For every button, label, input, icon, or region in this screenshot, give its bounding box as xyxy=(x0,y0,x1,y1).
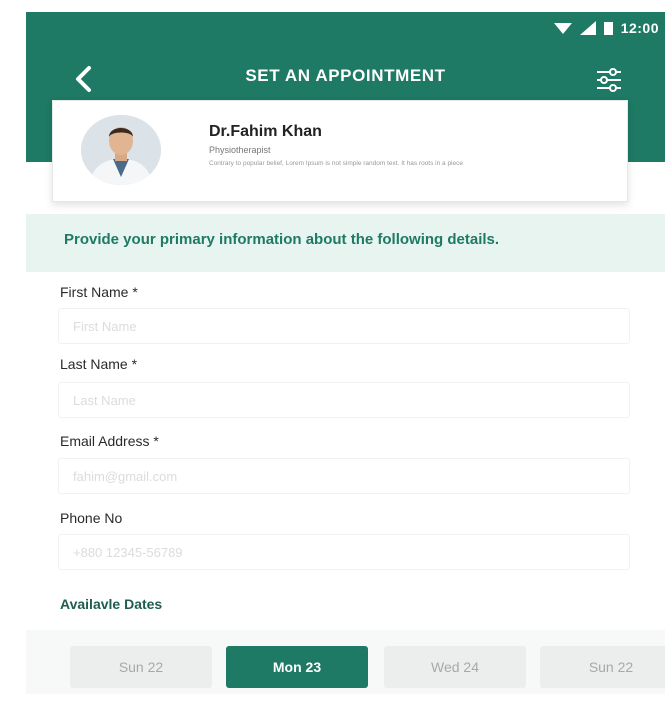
status-time: 12:00 xyxy=(620,20,659,36)
date-chip[interactable]: Wed 24 xyxy=(384,646,526,688)
last-name-input[interactable] xyxy=(58,382,630,418)
first-name-label: First Name * xyxy=(60,284,138,300)
phone-input[interactable] xyxy=(58,534,630,570)
info-banner: Provide your primary information about t… xyxy=(26,214,665,272)
wifi-icon xyxy=(553,23,572,34)
doctor-role: Physiotherapist xyxy=(209,145,271,155)
doctor-description: Contrary to popular belief, Lorem Ipsum … xyxy=(209,160,463,167)
email-label: Email Address * xyxy=(60,433,159,449)
signal-icon xyxy=(579,21,596,35)
last-name-label: Last Name * xyxy=(60,356,138,372)
doctor-avatar xyxy=(81,115,161,185)
app-screen: 12:00 SET AN APPOINTMENT Dr.Fahim Khan P… xyxy=(26,0,665,724)
email-input[interactable] xyxy=(58,458,630,494)
doctor-photo-icon xyxy=(81,115,161,185)
page-title: SET AN APPOINTMENT xyxy=(245,66,446,85)
battery-icon xyxy=(603,22,613,35)
first-name-input[interactable] xyxy=(58,308,630,344)
date-chip[interactable]: Sun 22 xyxy=(540,646,665,688)
date-selector: Sun 22 Mon 23 Wed 24 Sun 22 xyxy=(26,630,665,694)
filter-icon[interactable] xyxy=(594,66,624,94)
nav-bar: SET AN APPOINTMENT xyxy=(26,54,665,104)
available-dates-label: Availavle Dates xyxy=(60,596,163,612)
doctor-card: Dr.Fahim Khan Physiotherapist Contrary t… xyxy=(52,100,628,202)
info-banner-text: Provide your primary information about t… xyxy=(64,231,500,248)
date-chip[interactable]: Sun 22 xyxy=(70,646,212,688)
doctor-name: Dr.Fahim Khan xyxy=(209,123,322,140)
status-bar: 12:00 xyxy=(465,12,665,44)
phone-label: Phone No xyxy=(60,510,123,526)
date-chip-selected[interactable]: Mon 23 xyxy=(226,646,368,688)
